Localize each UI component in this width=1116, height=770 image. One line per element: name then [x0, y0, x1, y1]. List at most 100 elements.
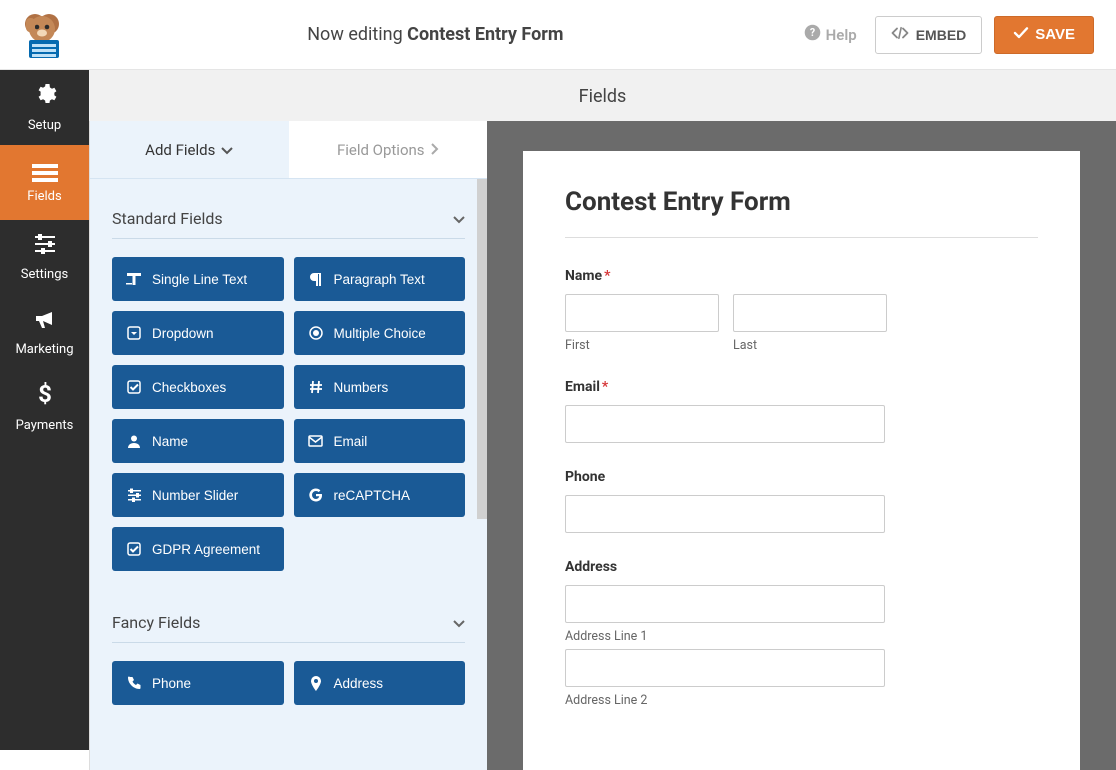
form-divider — [565, 237, 1038, 238]
phone-input[interactable] — [565, 495, 885, 533]
fancy-fields-header[interactable]: Fancy Fields — [112, 601, 465, 643]
label-text: Email — [565, 379, 600, 395]
list-icon — [32, 161, 58, 183]
embed-label: EMBED — [916, 27, 967, 43]
sidebar: Setup Fields Settings Marketing $ Paymen… — [0, 70, 89, 750]
check-icon — [126, 380, 142, 394]
field-label: Phone — [565, 469, 1038, 485]
required-asterisk: * — [602, 379, 608, 395]
field-btn-label: GDPR Agreement — [152, 542, 260, 557]
address-line1-input[interactable] — [565, 585, 885, 623]
field-btn-name[interactable]: Name — [112, 419, 284, 463]
field-btn-label: Paragraph Text — [334, 272, 425, 287]
sidebar-item-settings[interactable]: Settings — [0, 220, 89, 295]
section-title: Fields — [89, 70, 1116, 121]
dollar-icon: $ — [38, 382, 52, 412]
sliders-icon — [33, 233, 57, 261]
form-name: Contest Entry Form — [407, 24, 563, 45]
chevron-down-icon — [453, 613, 465, 632]
required-asterisk: * — [604, 268, 610, 284]
field-btn-gdpr-agreement[interactable]: GDPR Agreement — [112, 527, 284, 571]
envelope-icon — [308, 435, 324, 447]
tab-label: Add Fields — [145, 141, 215, 159]
phone-icon — [126, 676, 142, 690]
field-btn-address[interactable]: Address — [294, 661, 466, 705]
tab-add-fields[interactable]: Add Fields — [90, 121, 289, 178]
help-icon: ? — [804, 24, 821, 45]
radio-icon — [308, 326, 324, 340]
caretdown-icon — [126, 326, 142, 340]
help-label: Help — [826, 26, 857, 44]
preview-wrapper: Contest Entry Form Name* First — [487, 121, 1116, 770]
label-text: Name — [565, 268, 602, 284]
field-btn-recaptcha[interactable]: reCAPTCHA — [294, 473, 466, 517]
field-btn-number-slider[interactable]: Number Slider — [112, 473, 284, 517]
field-btn-label: Single Line Text — [152, 272, 247, 287]
tab-label: Field Options — [337, 141, 425, 159]
name-last-input[interactable] — [733, 294, 887, 332]
hash-icon — [308, 380, 324, 394]
section-title: Fancy Fields — [112, 613, 200, 632]
email-input[interactable] — [565, 405, 885, 443]
sidebar-label: Payments — [16, 418, 74, 433]
scrollbar[interactable] — [477, 179, 487, 519]
editing-prefix: Now editing — [307, 24, 407, 45]
user-icon — [126, 434, 142, 448]
sidebar-item-fields[interactable]: Fields — [0, 145, 89, 220]
field-btn-single-line-text[interactable]: Single Line Text — [112, 257, 284, 301]
field-email[interactable]: Email* — [565, 379, 1038, 443]
field-btn-label: Number Slider — [152, 488, 238, 503]
field-address[interactable]: Address Address Line 1 Address Line 2 — [565, 559, 1038, 708]
field-btn-paragraph-text[interactable]: Paragraph Text — [294, 257, 466, 301]
field-btn-numbers[interactable]: Numbers — [294, 365, 466, 409]
field-phone[interactable]: Phone — [565, 469, 1038, 533]
chevron-down-icon — [453, 209, 465, 228]
sublabel-line2: Address Line 2 — [565, 693, 1038, 708]
field-btn-label: Name — [152, 434, 188, 449]
bullhorn-icon — [33, 308, 57, 336]
field-name[interactable]: Name* First Last — [565, 268, 1038, 353]
tab-field-options[interactable]: Field Options — [289, 121, 488, 178]
editing-title: Now editing Contest Entry Form — [67, 24, 804, 45]
save-button[interactable]: SAVE — [994, 16, 1094, 54]
sidebar-item-setup[interactable]: Setup — [0, 70, 89, 145]
sublabel-first: First — [565, 338, 719, 353]
fields-panel: Add Fields Field Options — [89, 121, 487, 770]
embed-button[interactable]: EMBED — [875, 16, 983, 54]
sublabel-last: Last — [733, 338, 887, 353]
code-icon — [891, 26, 909, 43]
sidebar-label: Settings — [21, 267, 68, 282]
field-btn-email[interactable]: Email — [294, 419, 466, 463]
check-icon — [1013, 26, 1029, 44]
chevron-right-icon — [431, 141, 439, 159]
help-link[interactable]: ? Help — [804, 24, 857, 45]
paragraph-icon — [308, 272, 324, 286]
address-line2-input[interactable] — [565, 649, 885, 687]
form-title: Contest Entry Form — [565, 187, 1038, 217]
google-icon — [308, 488, 324, 502]
field-label: Name* — [565, 268, 1038, 284]
field-btn-checkboxes[interactable]: Checkboxes — [112, 365, 284, 409]
sliders-icon — [126, 488, 142, 502]
standard-fields-header[interactable]: Standard Fields — [112, 197, 465, 239]
sidebar-item-payments[interactable]: $ Payments — [0, 370, 89, 445]
text-icon — [126, 272, 142, 286]
field-btn-multiple-choice[interactable]: Multiple Choice — [294, 311, 466, 355]
field-btn-label: Dropdown — [152, 326, 214, 341]
sublabel-line1: Address Line 1 — [565, 629, 1038, 644]
field-btn-label: Numbers — [334, 380, 389, 395]
save-label: SAVE — [1035, 26, 1075, 43]
sidebar-label: Setup — [28, 118, 61, 133]
svg-text:?: ? — [810, 26, 815, 39]
svg-text:$: $ — [38, 382, 52, 406]
field-btn-label: Email — [334, 434, 368, 449]
name-first-input[interactable] — [565, 294, 719, 332]
field-btn-label: reCAPTCHA — [334, 488, 411, 503]
field-btn-label: Address — [334, 676, 384, 691]
field-label: Email* — [565, 379, 1038, 395]
field-btn-dropdown[interactable]: Dropdown — [112, 311, 284, 355]
field-btn-phone[interactable]: Phone — [112, 661, 284, 705]
sidebar-item-marketing[interactable]: Marketing — [0, 295, 89, 370]
form-preview: Contest Entry Form Name* First — [523, 151, 1080, 770]
logo[interactable] — [17, 10, 67, 60]
